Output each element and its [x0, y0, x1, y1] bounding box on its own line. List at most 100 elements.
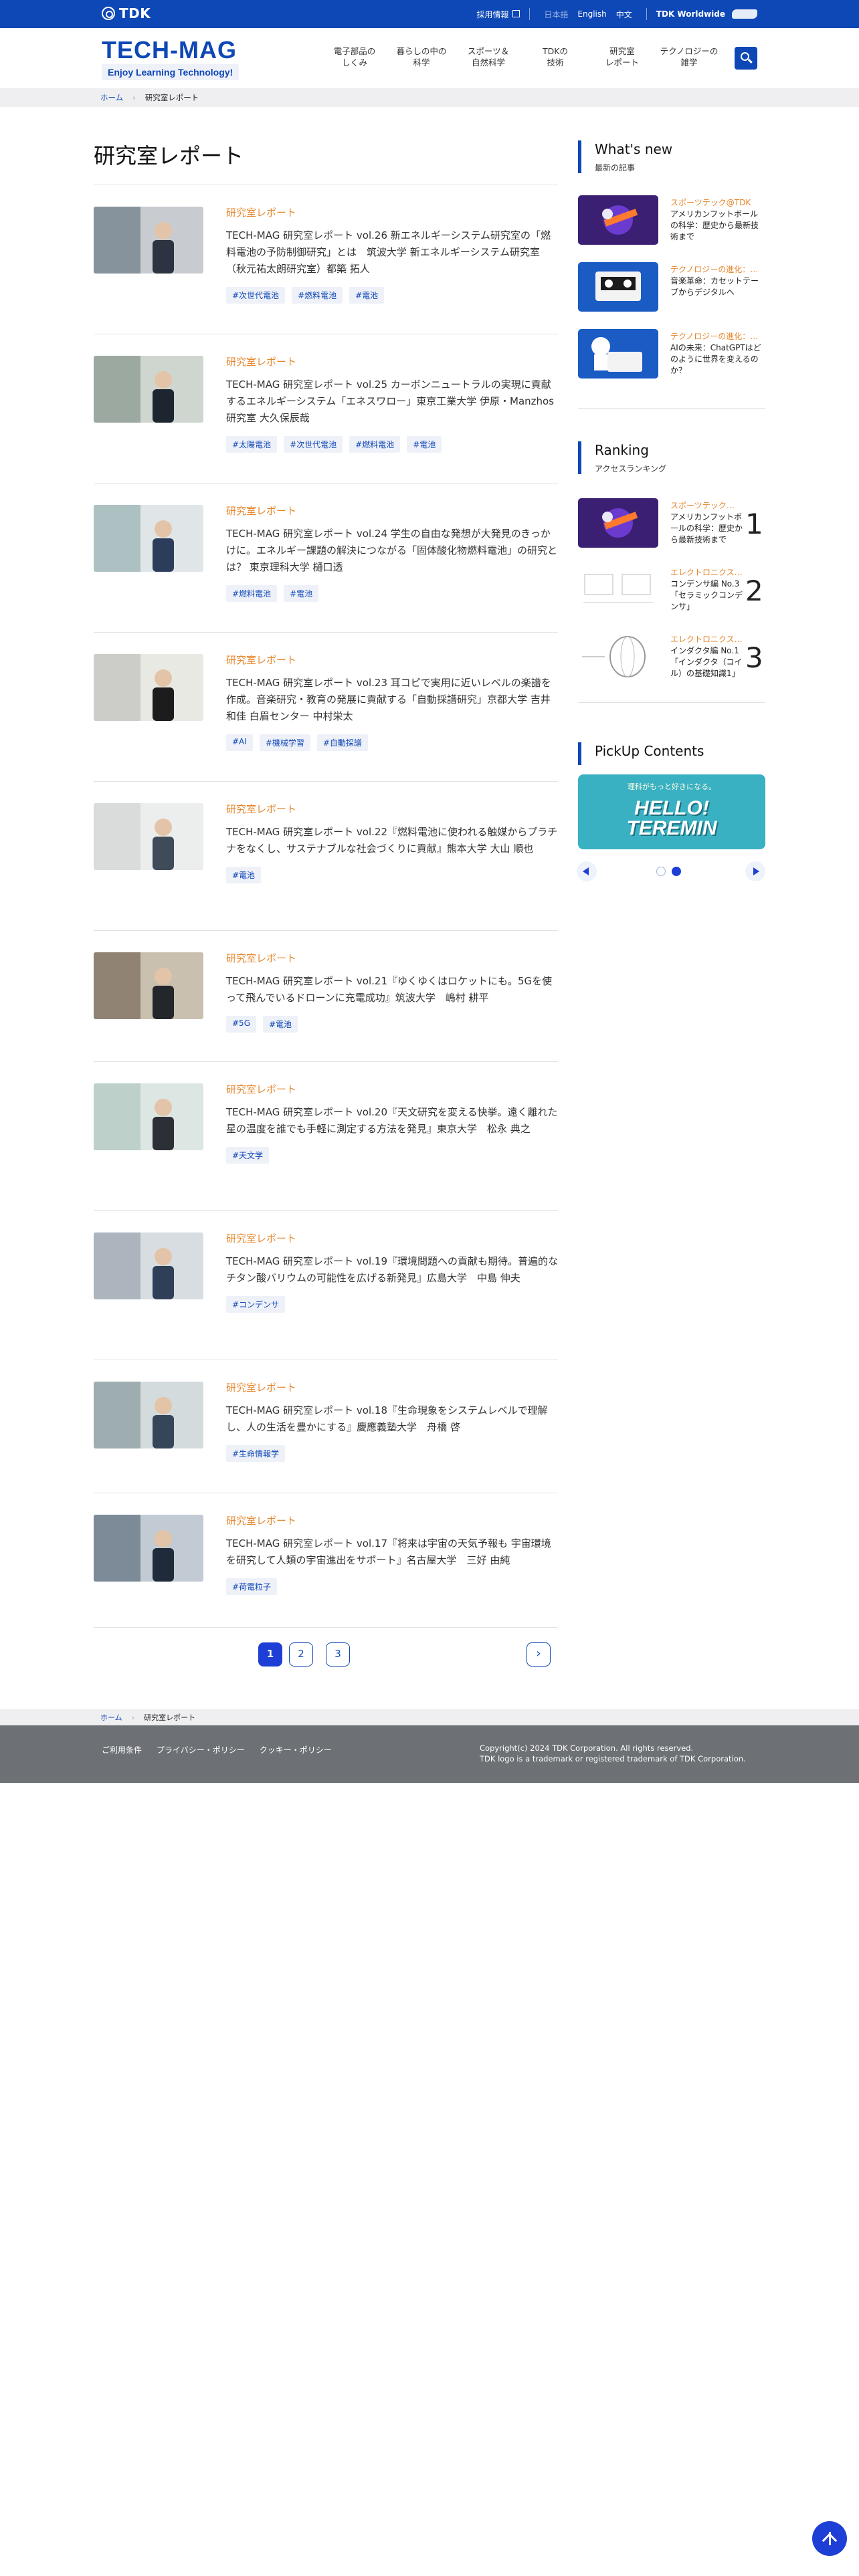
tag-chip[interactable]: #電池: [284, 585, 319, 602]
breadcrumb-home[interactable]: ホーム: [100, 1712, 122, 1723]
nav-daily-science[interactable]: 暮らしの中の 科学: [388, 45, 455, 68]
article-title[interactable]: TECH-MAG 研究室レポート vol.24 学生の自由な発想が大発見のきっか…: [226, 526, 558, 576]
article-category[interactable]: 研究室レポート: [226, 802, 558, 816]
article-item[interactable]: 研究室レポート TECH-MAG 研究室レポート vol.20『天文研究を変える快…: [94, 1062, 558, 1211]
article-category[interactable]: 研究室レポート: [226, 1513, 558, 1527]
whats-new-item[interactable]: テクノロジーの進化：… AIの未来：ChatGPTはどのように世界を変えるのか？: [578, 329, 765, 379]
article-thumbnail[interactable]: [94, 356, 203, 423]
nav-technology-trivia[interactable]: テクノロジーの 雑学: [656, 45, 723, 68]
tag-chip[interactable]: #AI: [226, 734, 253, 751]
tag-chip[interactable]: #燃料電池: [226, 585, 278, 602]
article-item[interactable]: 研究室レポート TECH-MAG 研究室レポート vol.22『燃料電池に使われる…: [94, 782, 558, 931]
tag-chip[interactable]: #太陽電池: [226, 436, 278, 453]
breadcrumb-home[interactable]: ホーム: [100, 92, 123, 103]
ranking-item[interactable]: エレクトロニクス… インダクタ編 No.1「インダクタ（コイル）の基礎知識1」 …: [578, 632, 765, 681]
article-item[interactable]: 研究室レポート TECH-MAG 研究室レポート vol.19『環境問題への貢献も…: [94, 1211, 558, 1360]
article-thumbnail[interactable]: [94, 654, 203, 721]
tag-chip[interactable]: #燃料電池: [349, 436, 401, 453]
site-logo[interactable]: TECH-MAG Enjoy Learning Technology!: [102, 37, 240, 80]
ranking-item[interactable]: エレクトロニクス… コンデンサ編 No.3「セラミックコンデンサ」 2: [578, 565, 765, 615]
nav-sports-science[interactable]: スポーツ＆ 自然科学: [455, 45, 522, 68]
ranking-item[interactable]: スポーツテック… アメリカンフットボールの科学：歴史から最新技術まで 1: [578, 498, 765, 548]
carousel-next-button[interactable]: [745, 861, 765, 881]
article-thumbnail[interactable]: [94, 505, 203, 572]
article-item[interactable]: 研究室レポート TECH-MAG 研究室レポート vol.24 学生の自由な発想が…: [94, 484, 558, 633]
article-item[interactable]: 研究室レポート TECH-MAG 研究室レポート vol.25 カーボンニュートラ…: [94, 334, 558, 484]
trademark-notice: TDK logo is a trademark or registered tr…: [480, 1754, 746, 1763]
tag-list: #AI #機械学習 #自動採譜: [226, 734, 558, 751]
tdk-logo-icon: [102, 7, 115, 20]
tag-chip[interactable]: #機械学習: [259, 734, 310, 751]
article-thumbnail[interactable]: [94, 1382, 203, 1448]
tag-chip[interactable]: #生命情報学: [226, 1445, 286, 1462]
tdk-logo[interactable]: TDK: [102, 5, 151, 21]
whats-new-item[interactable]: テクノロジーの進化：… 音楽革命：カセットテープからデジタルへ: [578, 262, 765, 312]
tag-chip[interactable]: #天文学: [226, 1147, 270, 1164]
article-title[interactable]: TECH-MAG 研究室レポート vol.18『生命現象をシステムレベルで理解し…: [226, 1402, 558, 1436]
recruit-link[interactable]: 採用情報: [476, 9, 520, 20]
tag-chip[interactable]: #電池: [226, 867, 262, 883]
carousel-prev-button[interactable]: [577, 861, 597, 881]
tag-chip[interactable]: #次世代電池: [226, 287, 286, 304]
article-thumbnail[interactable]: [94, 803, 203, 870]
footer-link-cookie[interactable]: クッキー・ポリシー: [260, 1744, 332, 1755]
footer-link-privacy[interactable]: プライバシー・ポリシー: [157, 1744, 245, 1755]
whats-new-item[interactable]: スポーツテック@TDK アメリカンフットボールの科学：歴史から最新技術まで: [578, 195, 765, 245]
tag-chip[interactable]: #電池: [407, 436, 442, 453]
article-thumbnail[interactable]: [94, 1083, 203, 1150]
article-category[interactable]: 研究室レポート: [226, 1231, 558, 1245]
nav-lab-report[interactable]: 研究室 レポート: [589, 45, 656, 68]
article-thumbnail[interactable]: [94, 207, 203, 274]
article-item[interactable]: 研究室レポート TECH-MAG 研究室レポート vol.23 耳コピで実用に近い…: [94, 633, 558, 782]
carousel-dot[interactable]: [656, 867, 666, 876]
tag-chip[interactable]: #電池: [349, 287, 385, 304]
lang-japanese[interactable]: 日本語: [544, 9, 568, 20]
tag-chip[interactable]: #5G: [226, 1016, 256, 1033]
article-title[interactable]: TECH-MAG 研究室レポート vol.21『ゆくゆくはロケットにも。5Gを使…: [226, 973, 558, 1006]
page-3-button[interactable]: 3: [326, 1642, 350, 1667]
page-2-button[interactable]: 2: [289, 1642, 313, 1667]
tag-chip[interactable]: #荷電粒子: [226, 1578, 278, 1595]
lang-chinese[interactable]: 中文: [616, 9, 632, 20]
nav-electronic-parts[interactable]: 電子部品の しくみ: [321, 45, 388, 68]
article-item[interactable]: 研究室レポート TECH-MAG 研究室レポート vol.18『生命現象をシステム…: [94, 1360, 558, 1493]
article-title[interactable]: TECH-MAG 研究室レポート vol.17『将来は宇宙の天気予報も 宇宙環境…: [226, 1535, 558, 1569]
article-item[interactable]: 研究室レポート TECH-MAG 研究室レポート vol.17『将来は宇宙の天気予…: [94, 1493, 558, 1628]
back-to-top-button[interactable]: [812, 2521, 847, 2556]
rank-number: 2: [745, 574, 763, 607]
article-item[interactable]: 研究室レポート TECH-MAG 研究室レポート vol.26 新エネルギーシステ…: [94, 185, 558, 334]
tag-chip[interactable]: #自動採譜: [316, 734, 368, 751]
pickup-banner[interactable]: 理科がもっと好きになる。 HELLO! TEREMIN: [578, 774, 765, 849]
article-title[interactable]: TECH-MAG 研究室レポート vol.19『環境問題への貢献も期待。普遍的な…: [226, 1253, 558, 1287]
article-title[interactable]: TECH-MAG 研究室レポート vol.20『天文研究を変える快挙。遠く離れた…: [226, 1104, 558, 1138]
article-title[interactable]: TECH-MAG 研究室レポート vol.22『燃料電池に使われる触媒からプラチ…: [226, 824, 558, 857]
inductor-diagram-thumbnail: [578, 632, 658, 681]
page-1-button[interactable]: 1: [258, 1642, 282, 1667]
article-title[interactable]: TECH-MAG 研究室レポート vol.26 新エネルギーシステム研究室の「燃…: [226, 227, 558, 278]
article-category[interactable]: 研究室レポート: [226, 653, 558, 667]
article-category[interactable]: 研究室レポート: [226, 205, 558, 219]
footer-link-terms[interactable]: ご利用条件: [102, 1744, 142, 1755]
tag-chip[interactable]: #次世代電池: [284, 436, 343, 453]
lang-english[interactable]: English: [577, 9, 606, 19]
article-item[interactable]: 研究室レポート TECH-MAG 研究室レポート vol.21『ゆくゆくはロケット…: [94, 931, 558, 1062]
whats-new-heading: What's new 最新の記事: [578, 140, 765, 173]
article-category[interactable]: 研究室レポート: [226, 1082, 558, 1096]
article-title[interactable]: TECH-MAG 研究室レポート vol.23 耳コピで実用に近いレベルの楽譜を…: [226, 675, 558, 725]
article-thumbnail[interactable]: [94, 952, 203, 1019]
article-title[interactable]: TECH-MAG 研究室レポート vol.25 カーボンニュートラルの実現に貢献…: [226, 377, 558, 427]
carousel-dot-active[interactable]: [672, 867, 681, 876]
tag-chip[interactable]: #電池: [263, 1016, 298, 1033]
nav-tdk-technology[interactable]: TDKの 技術: [522, 45, 589, 68]
article-thumbnail[interactable]: [94, 1232, 203, 1299]
article-category[interactable]: 研究室レポート: [226, 951, 558, 965]
tdk-worldwide-link[interactable]: TDK Worldwide: [656, 9, 757, 19]
article-thumbnail[interactable]: [94, 1515, 203, 1582]
search-button[interactable]: [735, 47, 757, 70]
tag-chip[interactable]: #コンデンサ: [226, 1296, 286, 1313]
next-page-button[interactable]: ›: [527, 1642, 551, 1667]
article-category[interactable]: 研究室レポート: [226, 354, 558, 368]
article-category[interactable]: 研究室レポート: [226, 1380, 558, 1394]
tag-chip[interactable]: #燃料電池: [292, 287, 343, 304]
article-category[interactable]: 研究室レポート: [226, 504, 558, 518]
